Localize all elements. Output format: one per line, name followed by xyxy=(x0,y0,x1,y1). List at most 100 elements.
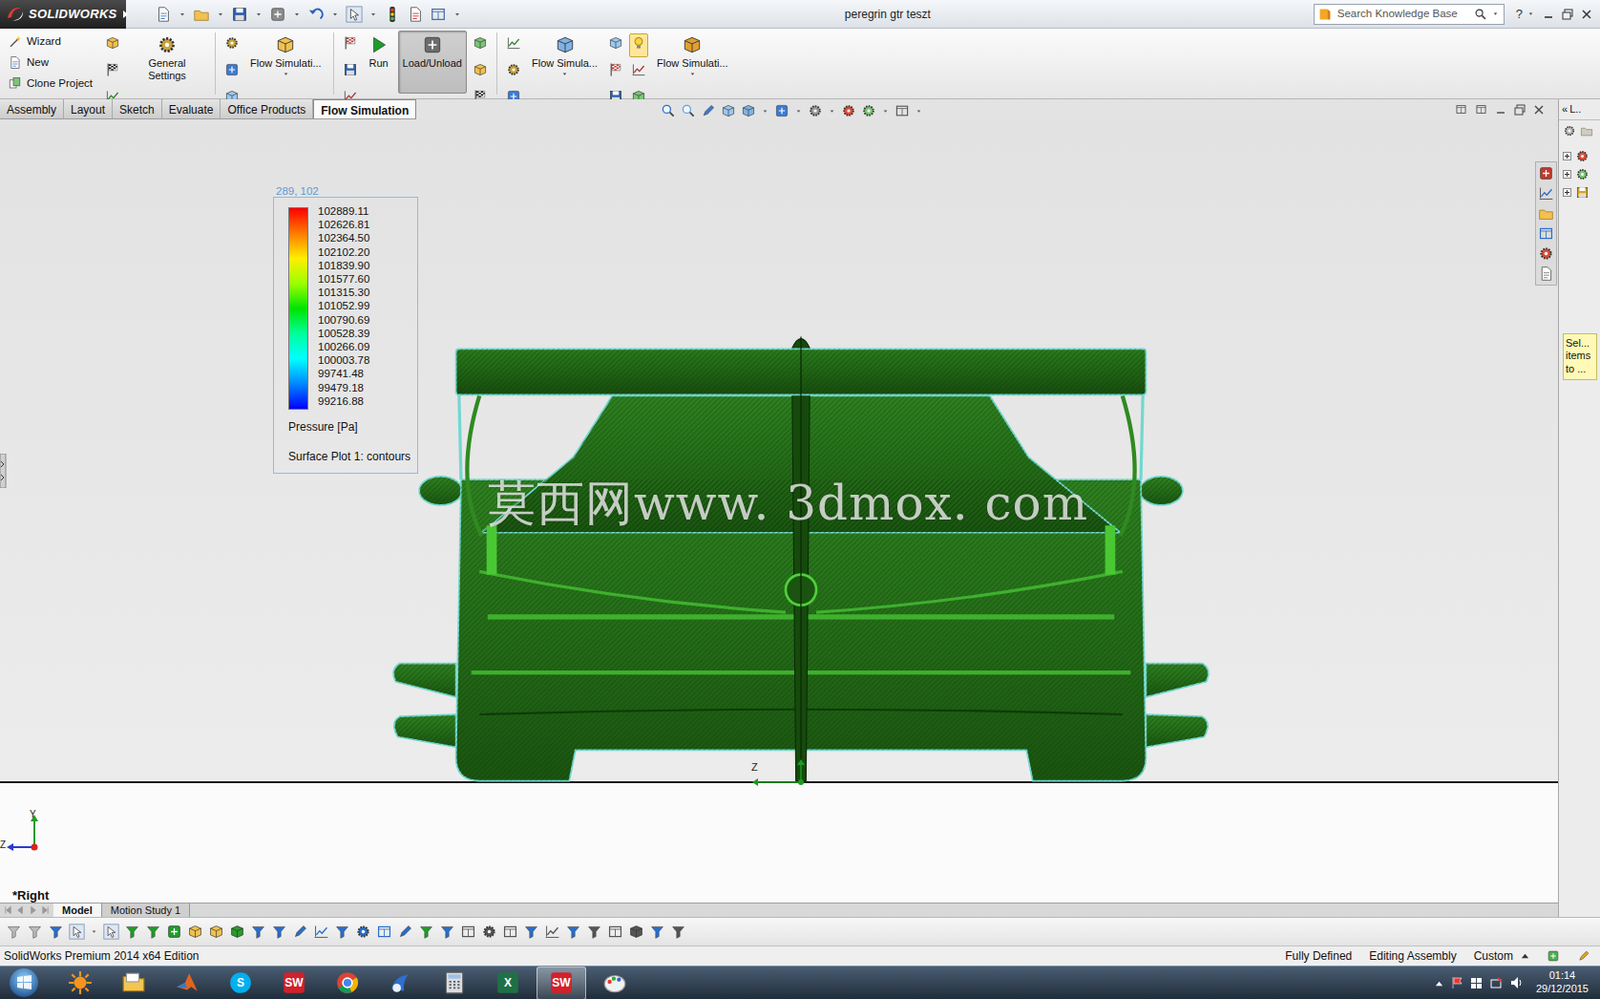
tab-scroll-icon[interactable] xyxy=(16,905,25,915)
taskbar-app[interactable] xyxy=(376,966,426,999)
taskbar-app[interactable] xyxy=(429,966,480,999)
ribbon-button[interactable]: Run xyxy=(363,30,395,94)
graphics-area[interactable]: 289, 102102889.11102626.81102364.5010210… xyxy=(0,119,1558,903)
gear-icon[interactable] xyxy=(861,103,877,119)
taskbar-app[interactable]: SW xyxy=(536,966,587,999)
clock[interactable]: 01:1429/12/2015 xyxy=(1530,968,1600,996)
box-icon[interactable] xyxy=(224,62,240,78)
filter-cursor-icon[interactable] xyxy=(103,923,120,940)
toggle-button[interactable] xyxy=(470,33,490,58)
toggle-button[interactable] xyxy=(504,60,524,85)
gear-icon[interactable] xyxy=(224,35,240,51)
filter-funnel-icon[interactable] xyxy=(649,923,666,940)
ribbon-list-item[interactable]: Clone Project xyxy=(7,74,96,93)
expand-icon[interactable] xyxy=(1562,151,1572,161)
tile-vertical-icon[interactable] xyxy=(1474,103,1488,116)
taskbar-app[interactable]: SW xyxy=(269,966,319,999)
filter-win-icon[interactable] xyxy=(607,923,624,940)
settings-icon[interactable] xyxy=(1562,124,1577,138)
tree-node-icon[interactable] xyxy=(1575,148,1590,164)
filter-funnel-icon[interactable] xyxy=(271,923,288,940)
taskbar-app[interactable] xyxy=(589,966,640,999)
ribbon-button[interactable]: Load/Unload xyxy=(398,30,467,94)
taskbar-app[interactable] xyxy=(55,966,106,999)
ribbon-button[interactable]: Flow Simulati... xyxy=(652,30,734,94)
file-properties-icon[interactable] xyxy=(406,5,424,23)
design-library-icon[interactable] xyxy=(1537,185,1555,202)
flag-icon[interactable] xyxy=(342,35,358,51)
car-model[interactable] xyxy=(387,331,1215,786)
rebuild-icon[interactable] xyxy=(383,5,401,23)
win-icon[interactable] xyxy=(894,103,910,119)
restore-icon[interactable] xyxy=(1561,8,1574,21)
filter-funnel-icon[interactable] xyxy=(145,923,162,940)
gear-icon[interactable] xyxy=(505,62,522,78)
filter-funnel-icon[interactable] xyxy=(523,923,540,940)
filter-win-icon[interactable] xyxy=(460,923,477,940)
filter-funnel-icon[interactable] xyxy=(47,923,64,940)
gear-icon[interactable] xyxy=(841,103,857,119)
edit-icon[interactable] xyxy=(1577,948,1591,963)
cube-icon[interactable] xyxy=(472,35,488,51)
undo-icon[interactable] xyxy=(307,5,325,23)
ribbon-list-item[interactable]: New xyxy=(7,53,96,72)
filter-cube-icon[interactable] xyxy=(208,923,225,940)
cube-icon[interactable] xyxy=(681,34,703,56)
search-icon[interactable] xyxy=(1473,7,1488,22)
bulb-icon[interactable] xyxy=(631,35,647,51)
help-button[interactable]: ? xyxy=(1512,4,1527,24)
pencil-icon[interactable] xyxy=(700,103,716,119)
bottom-tab[interactable]: Motion Study 1 xyxy=(102,903,190,917)
close-icon[interactable] xyxy=(1533,104,1545,116)
clone-project-icon[interactable] xyxy=(7,76,22,91)
tile-horizontal-icon[interactable] xyxy=(1454,103,1468,116)
view-palette-icon[interactable] xyxy=(1537,225,1555,242)
network-icon[interactable] xyxy=(1490,976,1503,990)
filter-cube-icon[interactable] xyxy=(628,923,645,940)
filter-pencil-icon[interactable] xyxy=(397,923,414,940)
wizard-icon[interactable] xyxy=(7,34,22,49)
custom-properties-icon[interactable] xyxy=(1537,265,1555,282)
minimize-icon[interactable] xyxy=(1494,104,1507,116)
restore-icon[interactable] xyxy=(1514,104,1526,116)
bottom-tab[interactable]: Model xyxy=(53,903,103,917)
command-tab[interactable]: Sketch xyxy=(112,99,163,119)
help-icon[interactable] xyxy=(1546,948,1560,963)
appearances-icon[interactable] xyxy=(1537,245,1555,262)
app-logo[interactable]: SOLIDWORKS xyxy=(0,0,127,29)
new-document-icon[interactable] xyxy=(154,5,172,23)
show-hidden-icon[interactable] xyxy=(1434,978,1444,988)
tri-icon[interactable] xyxy=(914,106,924,116)
tree-node-icon[interactable] xyxy=(1575,167,1590,182)
help-dropdown-icon[interactable] xyxy=(1526,9,1536,19)
search-dropdown-icon[interactable] xyxy=(1491,9,1500,19)
folder-icon[interactable] xyxy=(1579,124,1594,138)
toggle-button[interactable] xyxy=(629,60,649,85)
save-icon[interactable] xyxy=(231,5,249,23)
flag-icon[interactable] xyxy=(105,62,121,78)
taskbar-app[interactable]: X xyxy=(483,966,533,999)
filter-funnel-icon[interactable] xyxy=(26,923,43,940)
zoom-icon[interactable] xyxy=(660,103,676,119)
dropdown-icon[interactable] xyxy=(368,9,379,20)
dropdown-icon[interactable] xyxy=(292,9,302,20)
status-item[interactable]: Custom xyxy=(1473,947,1530,965)
dropdown-icon[interactable] xyxy=(253,9,264,20)
windows-icon[interactable] xyxy=(1470,976,1483,990)
tab-scroll-icon[interactable] xyxy=(3,905,13,915)
tab-scroll-icon[interactable] xyxy=(41,905,50,915)
filter-funnel-icon[interactable] xyxy=(250,923,267,940)
filter-win-icon[interactable] xyxy=(376,923,393,940)
tree-item[interactable] xyxy=(1562,148,1597,164)
ribbon-list-item[interactable]: Wizard xyxy=(7,32,96,51)
toggle-button[interactable] xyxy=(103,33,123,58)
gear-icon[interactable] xyxy=(807,103,823,119)
chart-icon[interactable] xyxy=(505,35,522,51)
zoom-icon[interactable] xyxy=(680,103,696,119)
chart-icon[interactable] xyxy=(631,62,647,78)
filter-win-icon[interactable] xyxy=(502,923,519,940)
collapse-button[interactable]: « xyxy=(1561,101,1568,118)
panel-expand-icon[interactable] xyxy=(0,453,7,488)
expand-menu-icon[interactable] xyxy=(121,8,129,21)
select-icon[interactable] xyxy=(345,5,363,23)
